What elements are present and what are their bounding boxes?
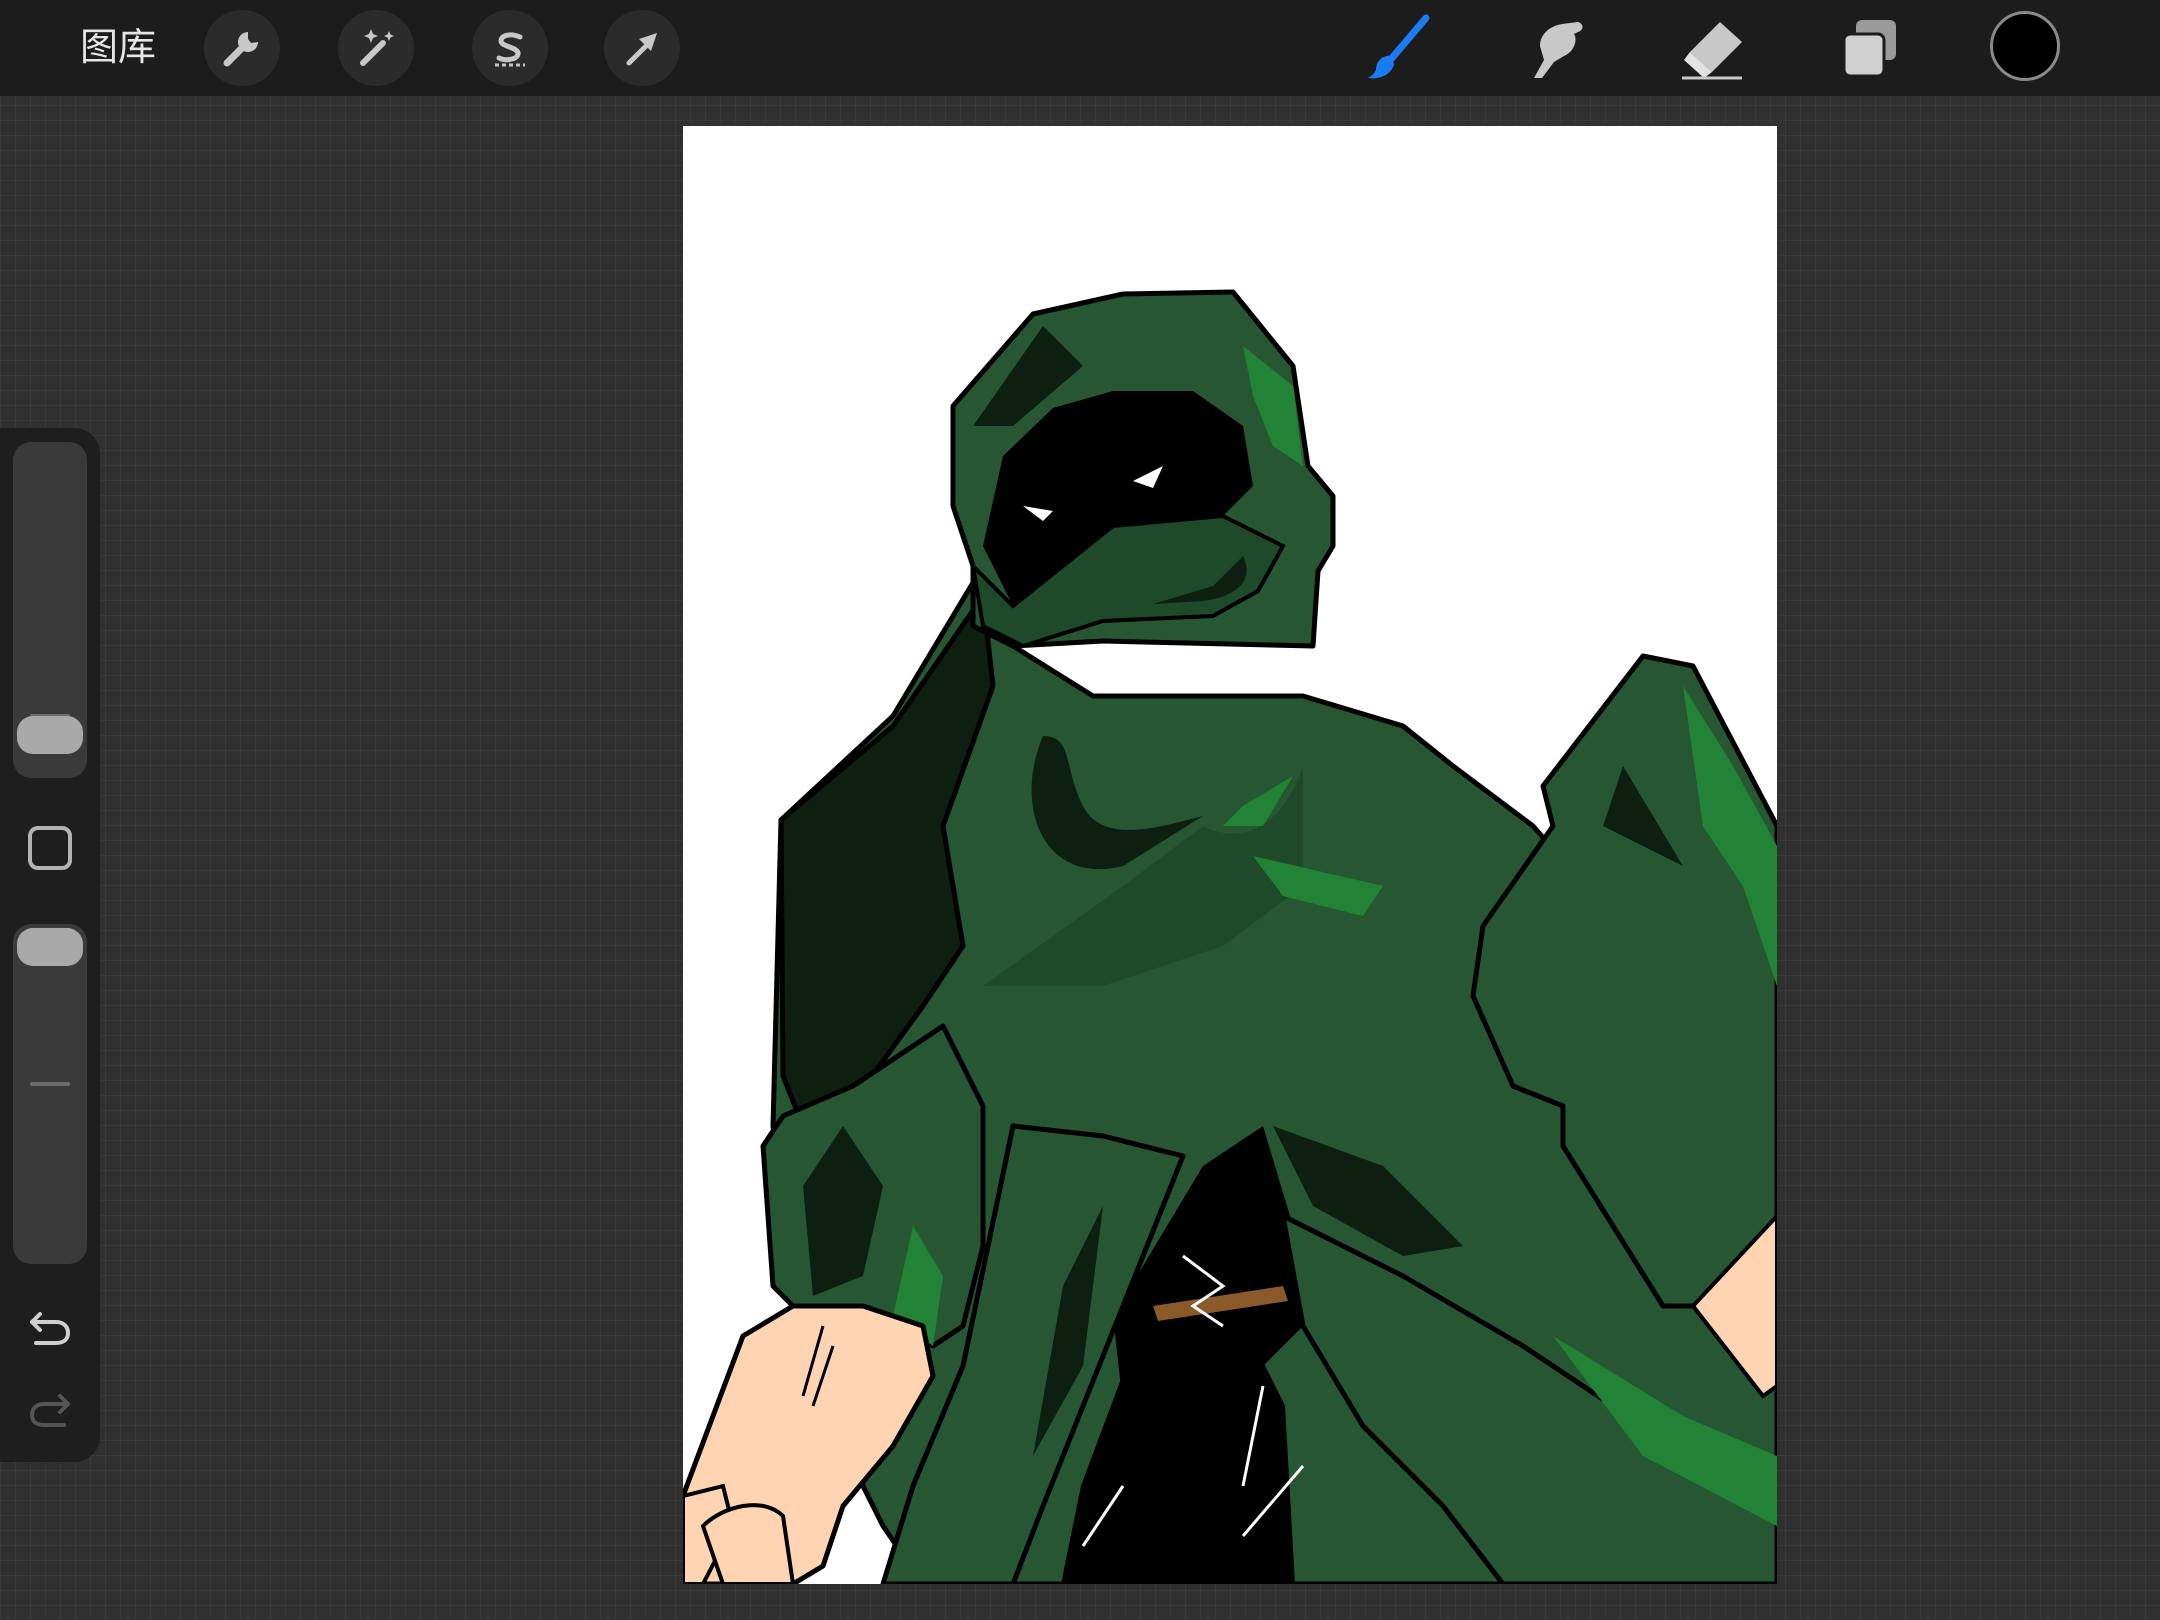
brush-size-slider[interactable] — [13, 442, 87, 778]
artwork-hooded-figure — [683, 289, 1777, 1584]
adjustments-button[interactable] — [338, 10, 414, 86]
brush-opacity-slider[interactable] — [13, 924, 87, 1264]
layers-icon — [1842, 20, 1896, 78]
eraser-icon — [1682, 22, 1742, 80]
transform-button[interactable] — [604, 10, 680, 86]
brush-opacity-thumb[interactable] — [17, 928, 83, 966]
top-toolbar: 图库 — [0, 0, 2160, 96]
drawing-canvas[interactable] — [683, 126, 1777, 1584]
brush-tool-button[interactable] — [1360, 12, 1436, 84]
eraser-tool-button[interactable] — [1674, 12, 1750, 84]
redo-arrow-icon — [29, 1394, 70, 1427]
modify-square-button[interactable] — [28, 826, 72, 870]
undo-button[interactable] — [26, 1304, 74, 1352]
smudge-tool-button[interactable] — [1518, 12, 1594, 84]
color-swatch-button[interactable] — [1990, 11, 2060, 81]
smudge-finger-icon — [1534, 22, 1583, 78]
gallery-button[interactable]: 图库 — [80, 22, 156, 74]
brush-icon — [1368, 14, 1430, 79]
arrow-cursor-icon — [626, 33, 657, 66]
magic-wand-icon — [360, 29, 394, 66]
brush-size-thumb[interactable] — [17, 715, 83, 754]
selection-s-icon — [495, 32, 525, 67]
brush-opacity-tick — [30, 1082, 70, 1086]
selection-button[interactable] — [472, 10, 548, 86]
left-sidebar — [0, 428, 100, 1462]
redo-button[interactable] — [26, 1386, 74, 1434]
undo-arrow-icon — [30, 1312, 71, 1345]
wrench-icon — [223, 32, 258, 67]
layers-tool-button[interactable] — [1832, 12, 1908, 84]
actions-button[interactable] — [204, 10, 280, 86]
